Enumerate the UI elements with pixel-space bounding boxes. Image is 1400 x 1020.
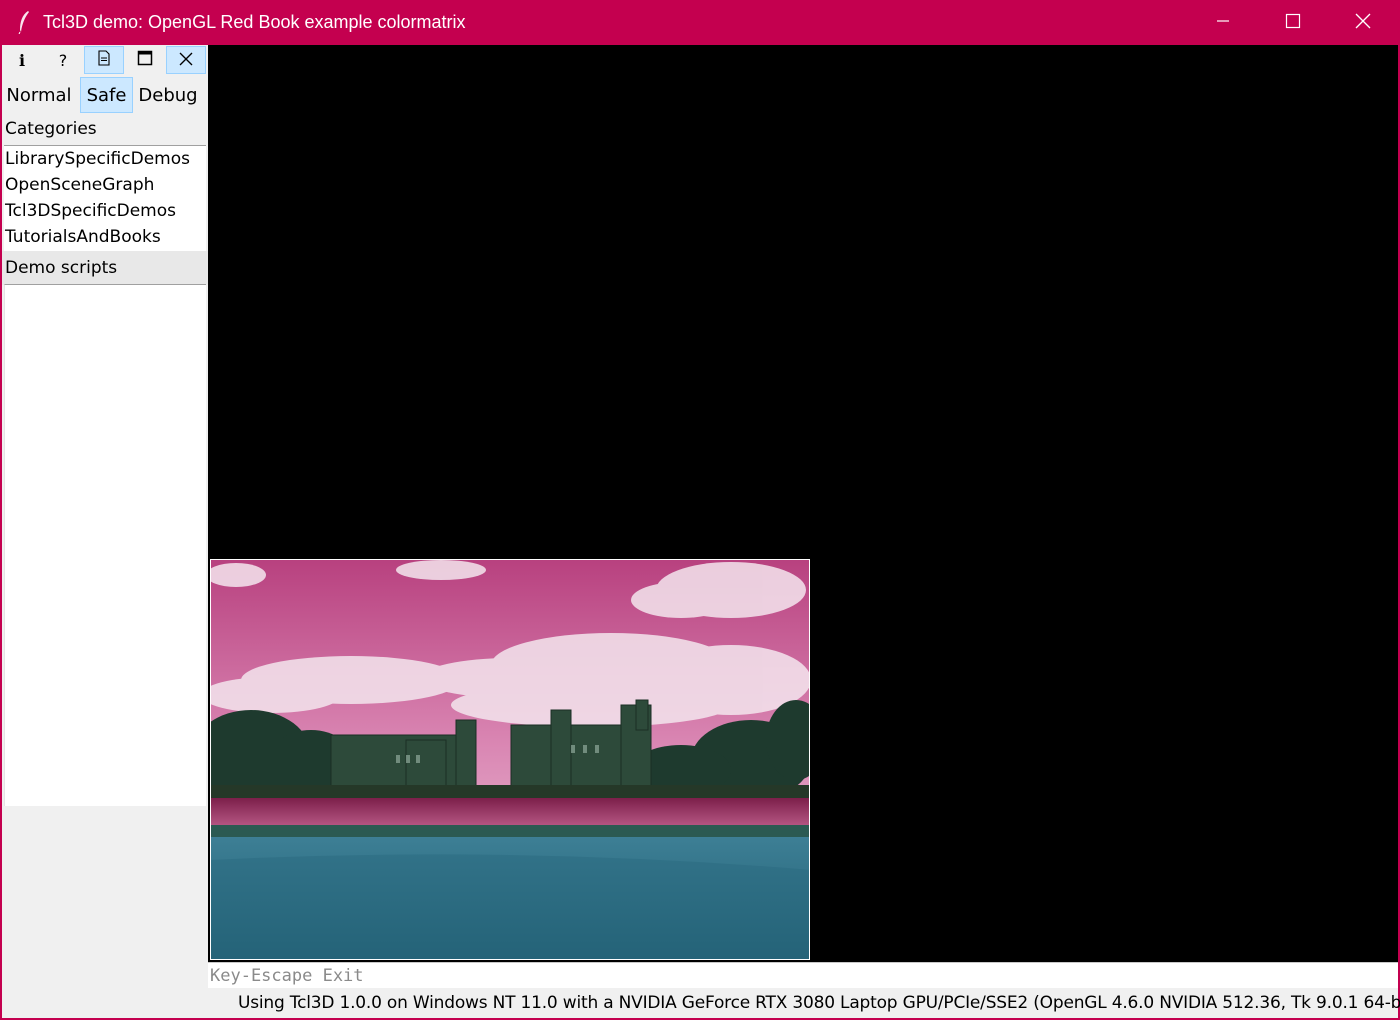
close-button[interactable] [1328, 0, 1398, 45]
demo-scripts-label: Demo scripts [5, 258, 118, 278]
opengl-canvas[interactable] [208, 45, 1398, 962]
info-icon: i [18, 50, 26, 70]
info-button[interactable]: i [2, 46, 42, 74]
close-icon [179, 51, 193, 70]
left-panel: i ? Normal Safe Debug Categories Library… [2, 45, 208, 962]
maximize-button[interactable] [1258, 0, 1328, 45]
window-button[interactable] [125, 46, 165, 74]
maximize-icon [1285, 13, 1301, 33]
minimize-icon [1215, 13, 1231, 33]
demo-scripts-header: Demo scripts [2, 251, 208, 285]
status-text: Using Tcl3D 1.0.0 on Windows NT 11.0 wit… [238, 993, 1400, 1013]
demo-scripts-list[interactable] [4, 284, 206, 806]
title-bar[interactable]: Tcl3D demo: OpenGL Red Book example colo… [0, 0, 1400, 45]
app-window: Tcl3D demo: OpenGL Red Book example colo… [0, 0, 1400, 1020]
mode-selector: Normal Safe Debug [2, 76, 208, 114]
categories-label: Categories [5, 119, 97, 139]
document-icon [97, 50, 111, 70]
window-title: Tcl3D demo: OpenGL Red Book example colo… [43, 12, 466, 32]
client-area: i ? Normal Safe Debug Categories Library… [2, 45, 1400, 1018]
mode-normal-button[interactable]: Normal [2, 77, 76, 113]
window-icon [137, 50, 153, 70]
toolbar: i ? [2, 45, 208, 75]
status-bar: Using Tcl3D 1.0.0 on Windows NT 11.0 wit… [208, 988, 1400, 1018]
help-line: Key-Escape Exit [208, 962, 1398, 988]
mode-safe-button[interactable]: Safe [80, 77, 133, 113]
close-icon [1355, 13, 1371, 33]
minimize-button[interactable] [1188, 0, 1258, 45]
exit-button[interactable] [166, 46, 206, 74]
categories-list[interactable]: LibrarySpecificDemos OpenSceneGraph Tcl3… [4, 145, 206, 251]
document-button[interactable] [84, 46, 124, 74]
help-button[interactable]: ? [43, 46, 83, 74]
feather-icon [16, 10, 32, 35]
help-text: Key-Escape Exit [210, 966, 364, 986]
category-item[interactable]: LibrarySpecificDemos [5, 149, 190, 169]
category-item[interactable]: Tcl3DSpecificDemos [5, 201, 176, 221]
mode-debug-button[interactable]: Debug [137, 77, 199, 113]
category-item[interactable]: OpenSceneGraph [5, 175, 154, 195]
category-item[interactable]: TutorialsAndBooks [5, 227, 161, 247]
castle-image [210, 559, 810, 960]
help-icon: ? [58, 50, 68, 70]
